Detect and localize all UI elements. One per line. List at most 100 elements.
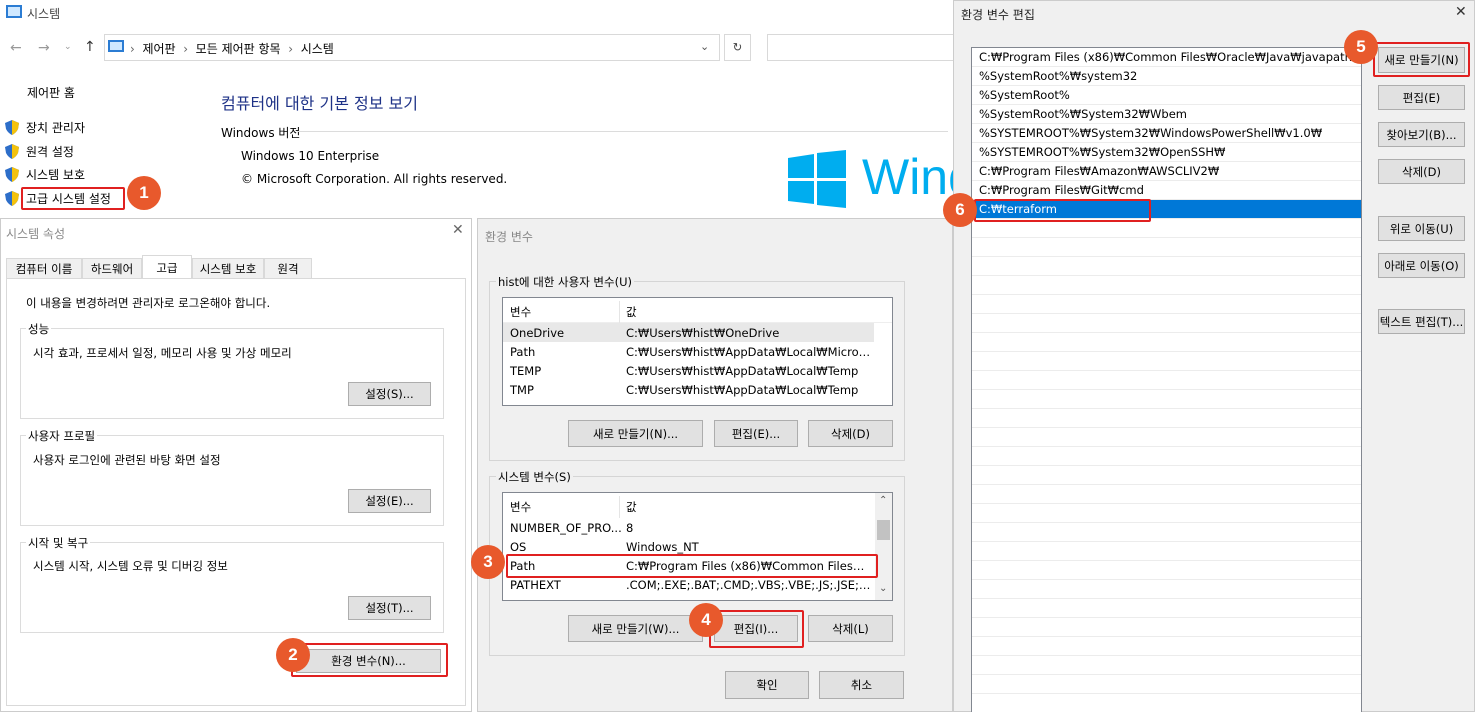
move-down-button[interactable]: 아래로 이동(O) bbox=[1378, 253, 1465, 278]
empty-row[interactable] bbox=[972, 561, 1361, 580]
user-new-button[interactable]: 새로 만들기(N)... bbox=[568, 420, 703, 447]
close-icon[interactable]: ✕ bbox=[452, 222, 464, 238]
tab-system-protection[interactable]: 시스템 보호 bbox=[192, 258, 264, 278]
sidebar-item-device-manager[interactable]: 장치 관리자 bbox=[5, 119, 85, 136]
computer-icon bbox=[108, 40, 124, 52]
sidebar-home-link[interactable]: 제어판 홈 bbox=[27, 84, 75, 101]
user-delete-button[interactable]: 삭제(D) bbox=[808, 420, 893, 447]
breadcrumb-item[interactable]: 모든 제어판 항목 bbox=[196, 42, 281, 56]
tab-advanced[interactable]: 고급 bbox=[142, 255, 192, 279]
path-entry[interactable]: %SystemRoot%₩System32₩Wbem bbox=[972, 105, 1361, 124]
ok-button[interactable]: 확인 bbox=[725, 671, 809, 699]
move-up-button[interactable]: 위로 이동(U) bbox=[1378, 216, 1465, 241]
variable-value: Windows_NT bbox=[626, 539, 699, 554]
browse-button[interactable]: 찾아보기(B)... bbox=[1378, 122, 1465, 147]
column-divider bbox=[619, 301, 620, 323]
windows-logo-text: Windo bbox=[862, 149, 953, 205]
windows-logo-icon bbox=[788, 150, 846, 208]
path-entry-text: %SYSTEMROOT%₩System32₩WindowsPowerShell₩… bbox=[979, 126, 1323, 140]
edit-entry-button[interactable]: 편집(E) bbox=[1378, 85, 1465, 110]
empty-row[interactable] bbox=[972, 352, 1361, 371]
column-header-value[interactable]: 값 bbox=[626, 499, 874, 515]
table-row[interactable]: Path C:₩Users₩hist₩AppData₩Local₩Microsof… bbox=[503, 342, 892, 361]
refresh-button[interactable]: ↻ bbox=[724, 34, 751, 61]
path-entry[interactable]: C:₩Program Files₩Amazon₩AWSCLIV2₩ bbox=[972, 162, 1361, 181]
scroll-thumb[interactable] bbox=[877, 520, 890, 540]
path-entry[interactable]: %SYSTEMROOT%₩System32₩OpenSSH₩ bbox=[972, 143, 1361, 162]
empty-row[interactable] bbox=[972, 504, 1361, 523]
column-header-variable[interactable]: 변수 bbox=[510, 499, 531, 515]
delete-entry-button[interactable]: 삭제(D) bbox=[1378, 159, 1465, 184]
scroll-down-icon[interactable]: ⌄ bbox=[879, 583, 887, 594]
system-variables-list[interactable]: 변수 값 NUMBER_OF_PRO... 8 OS Windows_NT Path… bbox=[502, 492, 893, 601]
empty-row[interactable] bbox=[972, 371, 1361, 390]
empty-row[interactable] bbox=[972, 314, 1361, 333]
user-profile-settings-button[interactable]: 설정(E)... bbox=[348, 489, 431, 513]
variable-value: .COM;.EXE;.BAT;.CMD;.VBS;.VBE;.JS;.JSE;.… bbox=[626, 577, 874, 592]
tab-hardware[interactable]: 하드웨어 bbox=[82, 258, 142, 278]
admin-note: 이 내용을 변경하려면 관리자로 로그온해야 합니다. bbox=[26, 296, 271, 310]
breadcrumb-item[interactable]: 제어판 bbox=[142, 42, 175, 56]
table-row[interactable]: TEMP C:₩Users₩hist₩AppData₩Local₩Temp bbox=[503, 361, 892, 380]
empty-row[interactable] bbox=[972, 447, 1361, 466]
address-dropdown-icon[interactable]: ⌄ bbox=[700, 40, 709, 53]
table-row[interactable]: TMP C:₩Users₩hist₩AppData₩Local₩Temp bbox=[503, 380, 892, 399]
up-arrow-icon[interactable]: ↑ bbox=[84, 39, 96, 55]
path-entry[interactable]: %SystemRoot%₩system32 bbox=[972, 67, 1361, 86]
empty-row[interactable] bbox=[972, 295, 1361, 314]
column-header-value[interactable]: 값 bbox=[626, 304, 874, 320]
empty-row[interactable] bbox=[972, 523, 1361, 542]
path-entries-list[interactable]: C:₩Program Files (x86)₩Common Files₩Orac… bbox=[971, 47, 1362, 712]
system-delete-button[interactable]: 삭제(L) bbox=[808, 615, 893, 642]
empty-row[interactable] bbox=[972, 428, 1361, 447]
startup-recovery-description: 시스템 시작, 시스템 오류 및 디버깅 정보 bbox=[33, 559, 228, 573]
close-icon[interactable]: ✕ bbox=[1455, 4, 1467, 20]
breadcrumb-item[interactable]: 시스템 bbox=[301, 42, 334, 56]
startup-recovery-settings-button[interactable]: 설정(T)... bbox=[348, 596, 431, 620]
scroll-up-icon[interactable]: ⌃ bbox=[879, 495, 887, 506]
empty-row[interactable] bbox=[972, 580, 1361, 599]
empty-row[interactable] bbox=[972, 409, 1361, 428]
tab-remote[interactable]: 원격 bbox=[264, 258, 312, 278]
shield-icon bbox=[5, 167, 19, 182]
column-header-variable[interactable]: 변수 bbox=[510, 304, 531, 320]
user-profile-label: 사용자 프로필 bbox=[26, 428, 98, 444]
edit-text-button[interactable]: 텍스트 편집(T)... bbox=[1378, 309, 1465, 334]
scrollbar[interactable]: ⌃ ⌄ bbox=[875, 493, 892, 600]
search-input[interactable] bbox=[767, 34, 957, 61]
back-arrow-icon[interactable]: ← bbox=[10, 40, 22, 56]
empty-row[interactable] bbox=[972, 276, 1361, 295]
sidebar-item-remote[interactable]: 원격 설정 bbox=[5, 143, 74, 160]
empty-row[interactable] bbox=[972, 542, 1361, 561]
table-row[interactable]: OneDrive C:₩Users₩hist₩OneDrive bbox=[503, 323, 874, 342]
user-variables-list[interactable]: 변수 값 OneDrive C:₩Users₩hist₩OneDrive Path… bbox=[502, 297, 893, 406]
empty-row[interactable] bbox=[972, 599, 1361, 618]
performance-settings-button[interactable]: 설정(S)... bbox=[348, 382, 431, 406]
cancel-button[interactable]: 취소 bbox=[819, 671, 904, 699]
sidebar-item-protection[interactable]: 시스템 보호 bbox=[5, 166, 85, 183]
empty-row[interactable] bbox=[972, 390, 1361, 409]
path-entry[interactable]: %SYSTEMROOT%₩System32₩WindowsPowerShell₩… bbox=[972, 124, 1361, 143]
path-entry[interactable]: %SystemRoot% bbox=[972, 86, 1361, 105]
empty-row[interactable] bbox=[972, 618, 1361, 637]
empty-row[interactable] bbox=[972, 694, 1361, 712]
table-row[interactable]: NUMBER_OF_PRO... 8 bbox=[503, 518, 874, 537]
user-profile-description: 사용자 로그인에 관련된 바탕 화면 설정 bbox=[33, 453, 221, 467]
empty-row[interactable] bbox=[972, 257, 1361, 276]
empty-row[interactable] bbox=[972, 675, 1361, 694]
empty-row[interactable] bbox=[972, 485, 1361, 504]
system-new-button[interactable]: 새로 만들기(W)... bbox=[568, 615, 703, 642]
user-edit-button[interactable]: 편집(E)... bbox=[714, 420, 798, 447]
recent-dropdown-icon[interactable]: ⌄ bbox=[64, 42, 72, 52]
forward-arrow-icon[interactable]: → bbox=[38, 40, 50, 56]
path-entry[interactable]: C:₩Program Files (x86)₩Common Files₩Orac… bbox=[972, 48, 1361, 67]
variable-value: C:₩Users₩hist₩AppData₩Local₩Temp bbox=[626, 382, 859, 397]
path-entry[interactable]: C:₩Program Files₩Git₩cmd bbox=[972, 181, 1361, 200]
empty-row[interactable] bbox=[972, 656, 1361, 675]
empty-row[interactable] bbox=[972, 238, 1361, 257]
tab-computer-name[interactable]: 컴퓨터 이름 bbox=[6, 258, 82, 278]
empty-row[interactable] bbox=[972, 466, 1361, 485]
variable-value: C:₩Users₩hist₩OneDrive bbox=[626, 325, 780, 340]
empty-row[interactable] bbox=[972, 333, 1361, 352]
empty-row[interactable] bbox=[972, 637, 1361, 656]
